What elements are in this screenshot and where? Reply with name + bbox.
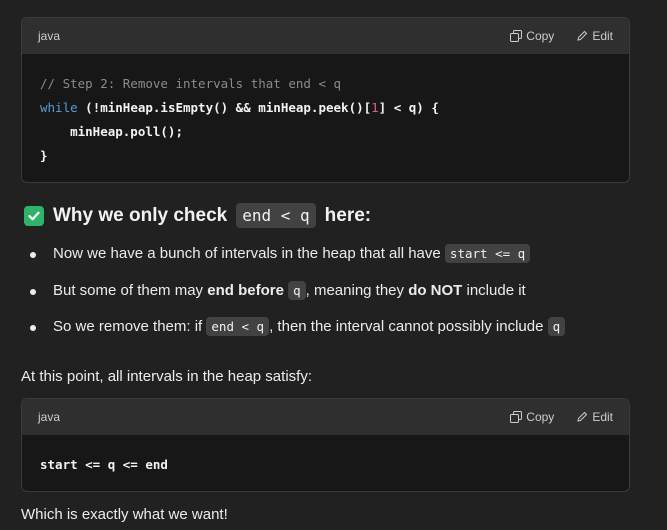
list-item-text: , then the interval cannot possibly incl… [269, 318, 548, 335]
list-item: Now we have a bunch of intervals in the … [28, 242, 565, 279]
copy-button[interactable]: Copy [510, 410, 554, 424]
code-line-1: // Step 2: Remove intervals that end < q [40, 76, 342, 91]
code-line-3: minHeap.poll(); [40, 124, 183, 139]
code-content: start <= q <= end [22, 435, 629, 491]
list-item: So we remove them: if end < q, then the … [28, 315, 566, 352]
edit-label: Edit [592, 410, 613, 424]
code-language-label: java [38, 410, 61, 424]
edit-label: Edit [592, 29, 613, 43]
inline-code: end < q [206, 317, 270, 336]
code-language-label: java [38, 29, 61, 43]
code-block: java Copy Edit start <= q <= end [21, 398, 630, 492]
copy-label: Copy [526, 29, 555, 43]
edit-icon [577, 411, 588, 422]
bold-text: do NOT [408, 281, 463, 299]
edit-button[interactable]: Edit [576, 29, 613, 43]
check-mark-button-icon [24, 205, 44, 226]
copy-label: Copy [526, 410, 555, 424]
edit-icon [577, 30, 588, 41]
code-line-2a: (!minHeap.isEmpty() && minHeap.peek()[ [77, 100, 372, 115]
paragraph: At this point, all intervals in the heap… [21, 368, 312, 385]
heading-text-end: here: [324, 204, 372, 226]
code-block-header: java Copy Edit [22, 399, 629, 435]
paragraph: Which is exactly what we want! [21, 506, 228, 523]
bold-text: end before [207, 281, 284, 299]
copy-button[interactable]: Copy [510, 29, 554, 43]
heading-inline-code: end < q [236, 203, 316, 228]
inline-code: q [547, 317, 566, 336]
list-item-text: include it [462, 281, 526, 299]
code-line-4: } [40, 148, 48, 163]
section-heading: Why we only check end < q here: [24, 203, 371, 228]
code-line: start <= q <= end [40, 457, 168, 472]
list-item: But some of them may end before q, meani… [28, 279, 565, 316]
list-item-text: Now we have a bunch of intervals in the … [53, 245, 441, 262]
code-block-header: java Copy Edit [22, 18, 629, 54]
list-item-text: So we remove them: if [53, 318, 207, 335]
list-item-text: But some of them may [53, 281, 208, 299]
code-content: // Step 2: Remove intervals that end < q… [22, 54, 629, 182]
code-block: java Copy Edit // Step 2: Remove interva… [21, 17, 630, 183]
code-number: 1 [371, 100, 379, 115]
inline-code: q [288, 280, 306, 300]
code-keyword: while [40, 100, 78, 115]
list-item-text: , meaning they [305, 281, 409, 299]
copy-icon [510, 411, 523, 423]
heading-text: Why we only check [53, 204, 228, 226]
copy-icon [510, 30, 523, 42]
code-line-2b: ] < q) { [378, 100, 439, 115]
inline-code: start <= q [444, 244, 531, 263]
edit-button[interactable]: Edit [576, 410, 613, 424]
bullet-list: Now we have a bunch of intervals in the … [28, 242, 566, 352]
